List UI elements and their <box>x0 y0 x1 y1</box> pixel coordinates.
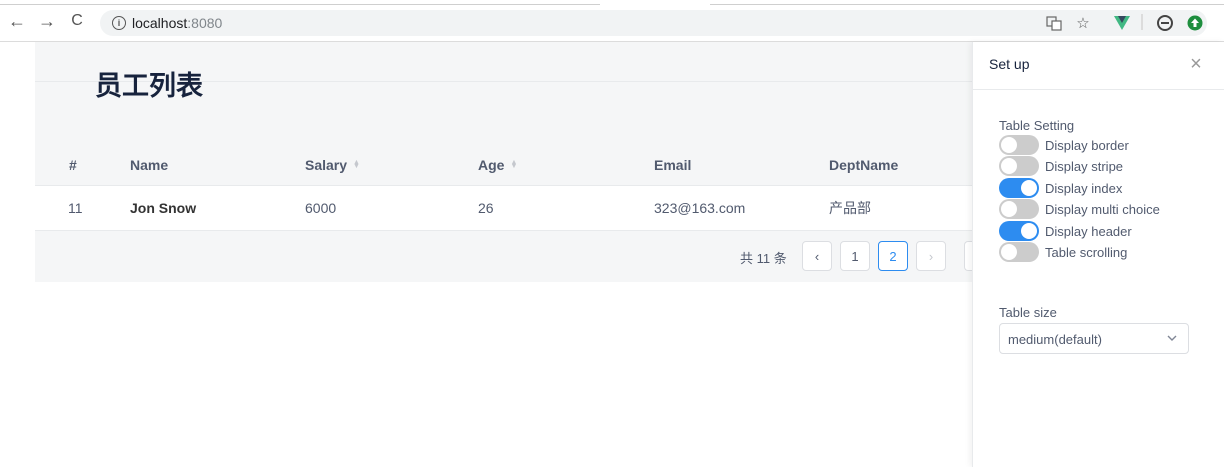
pagination: 共 11 条 ‹ 1 2 › <box>35 240 975 272</box>
cell-email: 323@163.com <box>654 200 746 216</box>
reload-icon[interactable]: C <box>66 10 88 32</box>
table-size-value: medium(default) <box>1008 332 1102 347</box>
drawer-title: Set up <box>989 56 1030 72</box>
prev-page-button[interactable]: ‹ <box>802 241 832 271</box>
switch-label: Table scrolling <box>1045 244 1128 260</box>
toggle-switch[interactable] <box>999 221 1039 241</box>
switch-label: Display stripe <box>1045 158 1124 174</box>
translate-icon[interactable] <box>1045 14 1063 32</box>
info-icon[interactable]: i <box>112 16 126 30</box>
back-icon[interactable]: ← <box>6 10 28 32</box>
vue-devtools-icon[interactable] <box>1113 14 1131 32</box>
next-page-button[interactable]: › <box>916 241 946 271</box>
switch-label: Display index <box>1045 180 1123 196</box>
table-row[interactable]: 11 Jon Snow 6000 26 323@163.com 产品部 <box>35 186 975 231</box>
table-setting-label: Table Setting <box>999 118 1075 133</box>
page-title: 员工列表 <box>95 71 203 101</box>
column-header-salary-label: Salary <box>305 156 348 173</box>
cell-index: 11 <box>68 200 83 216</box>
toggle-switch[interactable] <box>999 178 1039 198</box>
switch-display-border[interactable]: Display border <box>999 135 1129 155</box>
toggle-switch[interactable] <box>999 156 1039 176</box>
update-icon[interactable] <box>1186 14 1204 32</box>
chevron-down-icon <box>1166 330 1178 349</box>
main-content: 员工列表 # Name Salary ▲ ▼ Age ▲ ▼ Email DeptN… <box>35 42 975 282</box>
column-header-age[interactable]: Age ▲ ▼ <box>478 144 517 185</box>
switch-display-header[interactable]: Display header <box>999 221 1132 241</box>
switch-table-scrolling[interactable]: Table scrolling <box>999 242 1127 262</box>
switch-label: Display multi choice <box>1045 201 1160 217</box>
table-size-select[interactable]: medium(default) <box>999 323 1189 354</box>
cell-name: Jon Snow <box>130 200 197 216</box>
cell-deptname: 产品部 <box>829 200 871 216</box>
column-header-index: # <box>69 156 77 173</box>
cell-age: 26 <box>478 200 494 216</box>
toggle-switch[interactable] <box>999 199 1039 219</box>
switch-display-index[interactable]: Display index <box>999 178 1122 198</box>
pagination-total: 共 11 条 <box>740 251 787 266</box>
address-bar[interactable]: i localhost:8080 <box>100 10 1207 36</box>
forward-icon[interactable]: → <box>36 10 58 32</box>
column-header-salary[interactable]: Salary ▲ ▼ <box>305 144 360 185</box>
switch-display-stripe[interactable]: Display stripe <box>999 156 1123 176</box>
account-icon[interactable] <box>1156 14 1174 32</box>
page-2-button[interactable]: 2 <box>878 241 908 271</box>
column-header-age-label: Age <box>478 156 505 173</box>
sort-icon[interactable]: ▲ ▼ <box>510 159 517 170</box>
cell-salary: 6000 <box>305 200 337 216</box>
table-header: # Name Salary ▲ ▼ Age ▲ ▼ Email DeptName <box>35 144 975 186</box>
toggle-switch[interactable] <box>999 242 1039 262</box>
table-size-label: Table size <box>999 305 1057 320</box>
column-header-name: Name <box>130 156 169 173</box>
column-header-deptname: DeptName <box>829 156 899 173</box>
page-1-button[interactable]: 1 <box>840 241 870 271</box>
switch-display-multi-choice[interactable]: Display multi choice <box>999 199 1160 219</box>
bookmark-star-icon[interactable]: ☆ <box>1074 14 1092 32</box>
drawer-header: Set up × <box>973 42 1224 90</box>
switch-label: Display border <box>1045 137 1129 153</box>
column-header-email: Email <box>654 156 692 173</box>
toggle-switch[interactable] <box>999 135 1039 155</box>
toolbar-divider <box>1141 14 1143 30</box>
switch-label: Display header <box>1045 223 1132 239</box>
url-text[interactable]: localhost:8080 <box>132 15 222 31</box>
browser-toolbar: ← → C i localhost:8080 ☆ <box>0 0 1224 42</box>
settings-drawer: Set up × Table Setting Display border Di… <box>972 42 1224 467</box>
sort-icon[interactable]: ▲ ▼ <box>353 159 360 170</box>
tab-strip <box>0 4 1224 6</box>
close-icon[interactable]: × <box>1186 54 1206 74</box>
